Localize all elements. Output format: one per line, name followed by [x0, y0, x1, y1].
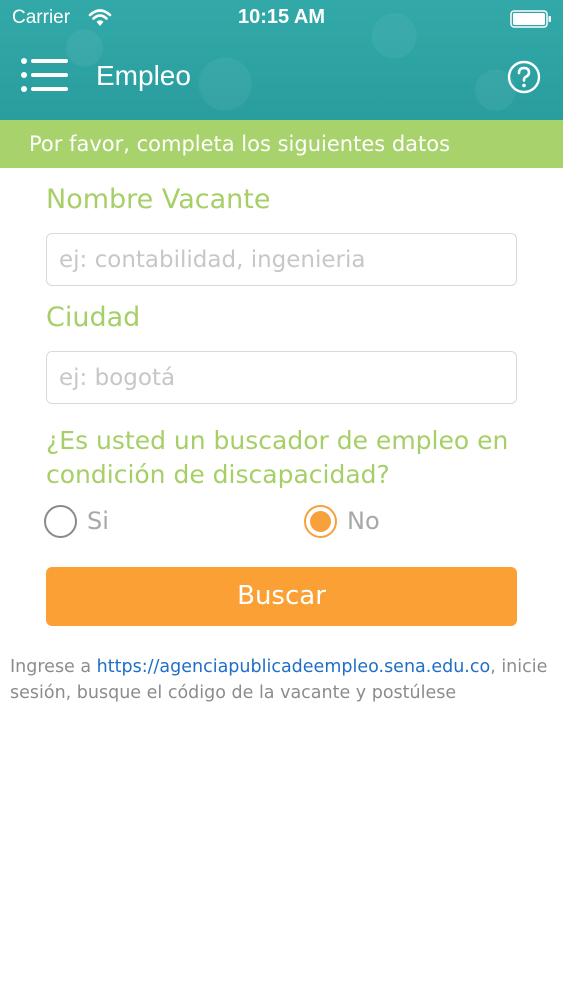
agency-link[interactable]: https://agenciapublicadeempleo.sena.edu.… [97, 657, 491, 677]
search-button[interactable]: Buscar [46, 567, 517, 626]
radio-option-no[interactable]: No [304, 505, 404, 541]
info-text: Ingrese a https://agenciapublicadeempleo… [10, 654, 558, 706]
app-header: Carrier 10:15 AM Empleo [0, 0, 563, 120]
battery-icon [510, 10, 551, 28]
radio-label-si: Si [87, 507, 109, 535]
radio-circle-checked[interactable] [304, 505, 337, 538]
radio-option-si[interactable]: Si [44, 505, 134, 541]
question-circle-icon[interactable] [507, 60, 541, 94]
instruction-banner: Por favor, completa los siguientes datos [0, 120, 563, 168]
navigation-bar: Empleo [0, 38, 563, 120]
hamburger-menu-icon[interactable] [20, 56, 70, 96]
info-prefix: Ingrese a [10, 657, 97, 677]
disability-question: ¿Es usted un buscador de empleo en condi… [46, 426, 509, 489]
vacancy-label: Nombre Vacante [46, 184, 271, 215]
vacancy-input[interactable] [46, 233, 517, 286]
radio-circle-unchecked[interactable] [44, 505, 77, 538]
status-time: 10:15 AM [237, 6, 326, 28]
city-label: Ciudad [46, 302, 141, 333]
page-title: Empleo [96, 60, 191, 91]
status-bar: Carrier 10:15 AM [0, 0, 563, 38]
radio-label-no: No [347, 507, 380, 535]
city-input[interactable] [46, 351, 517, 404]
